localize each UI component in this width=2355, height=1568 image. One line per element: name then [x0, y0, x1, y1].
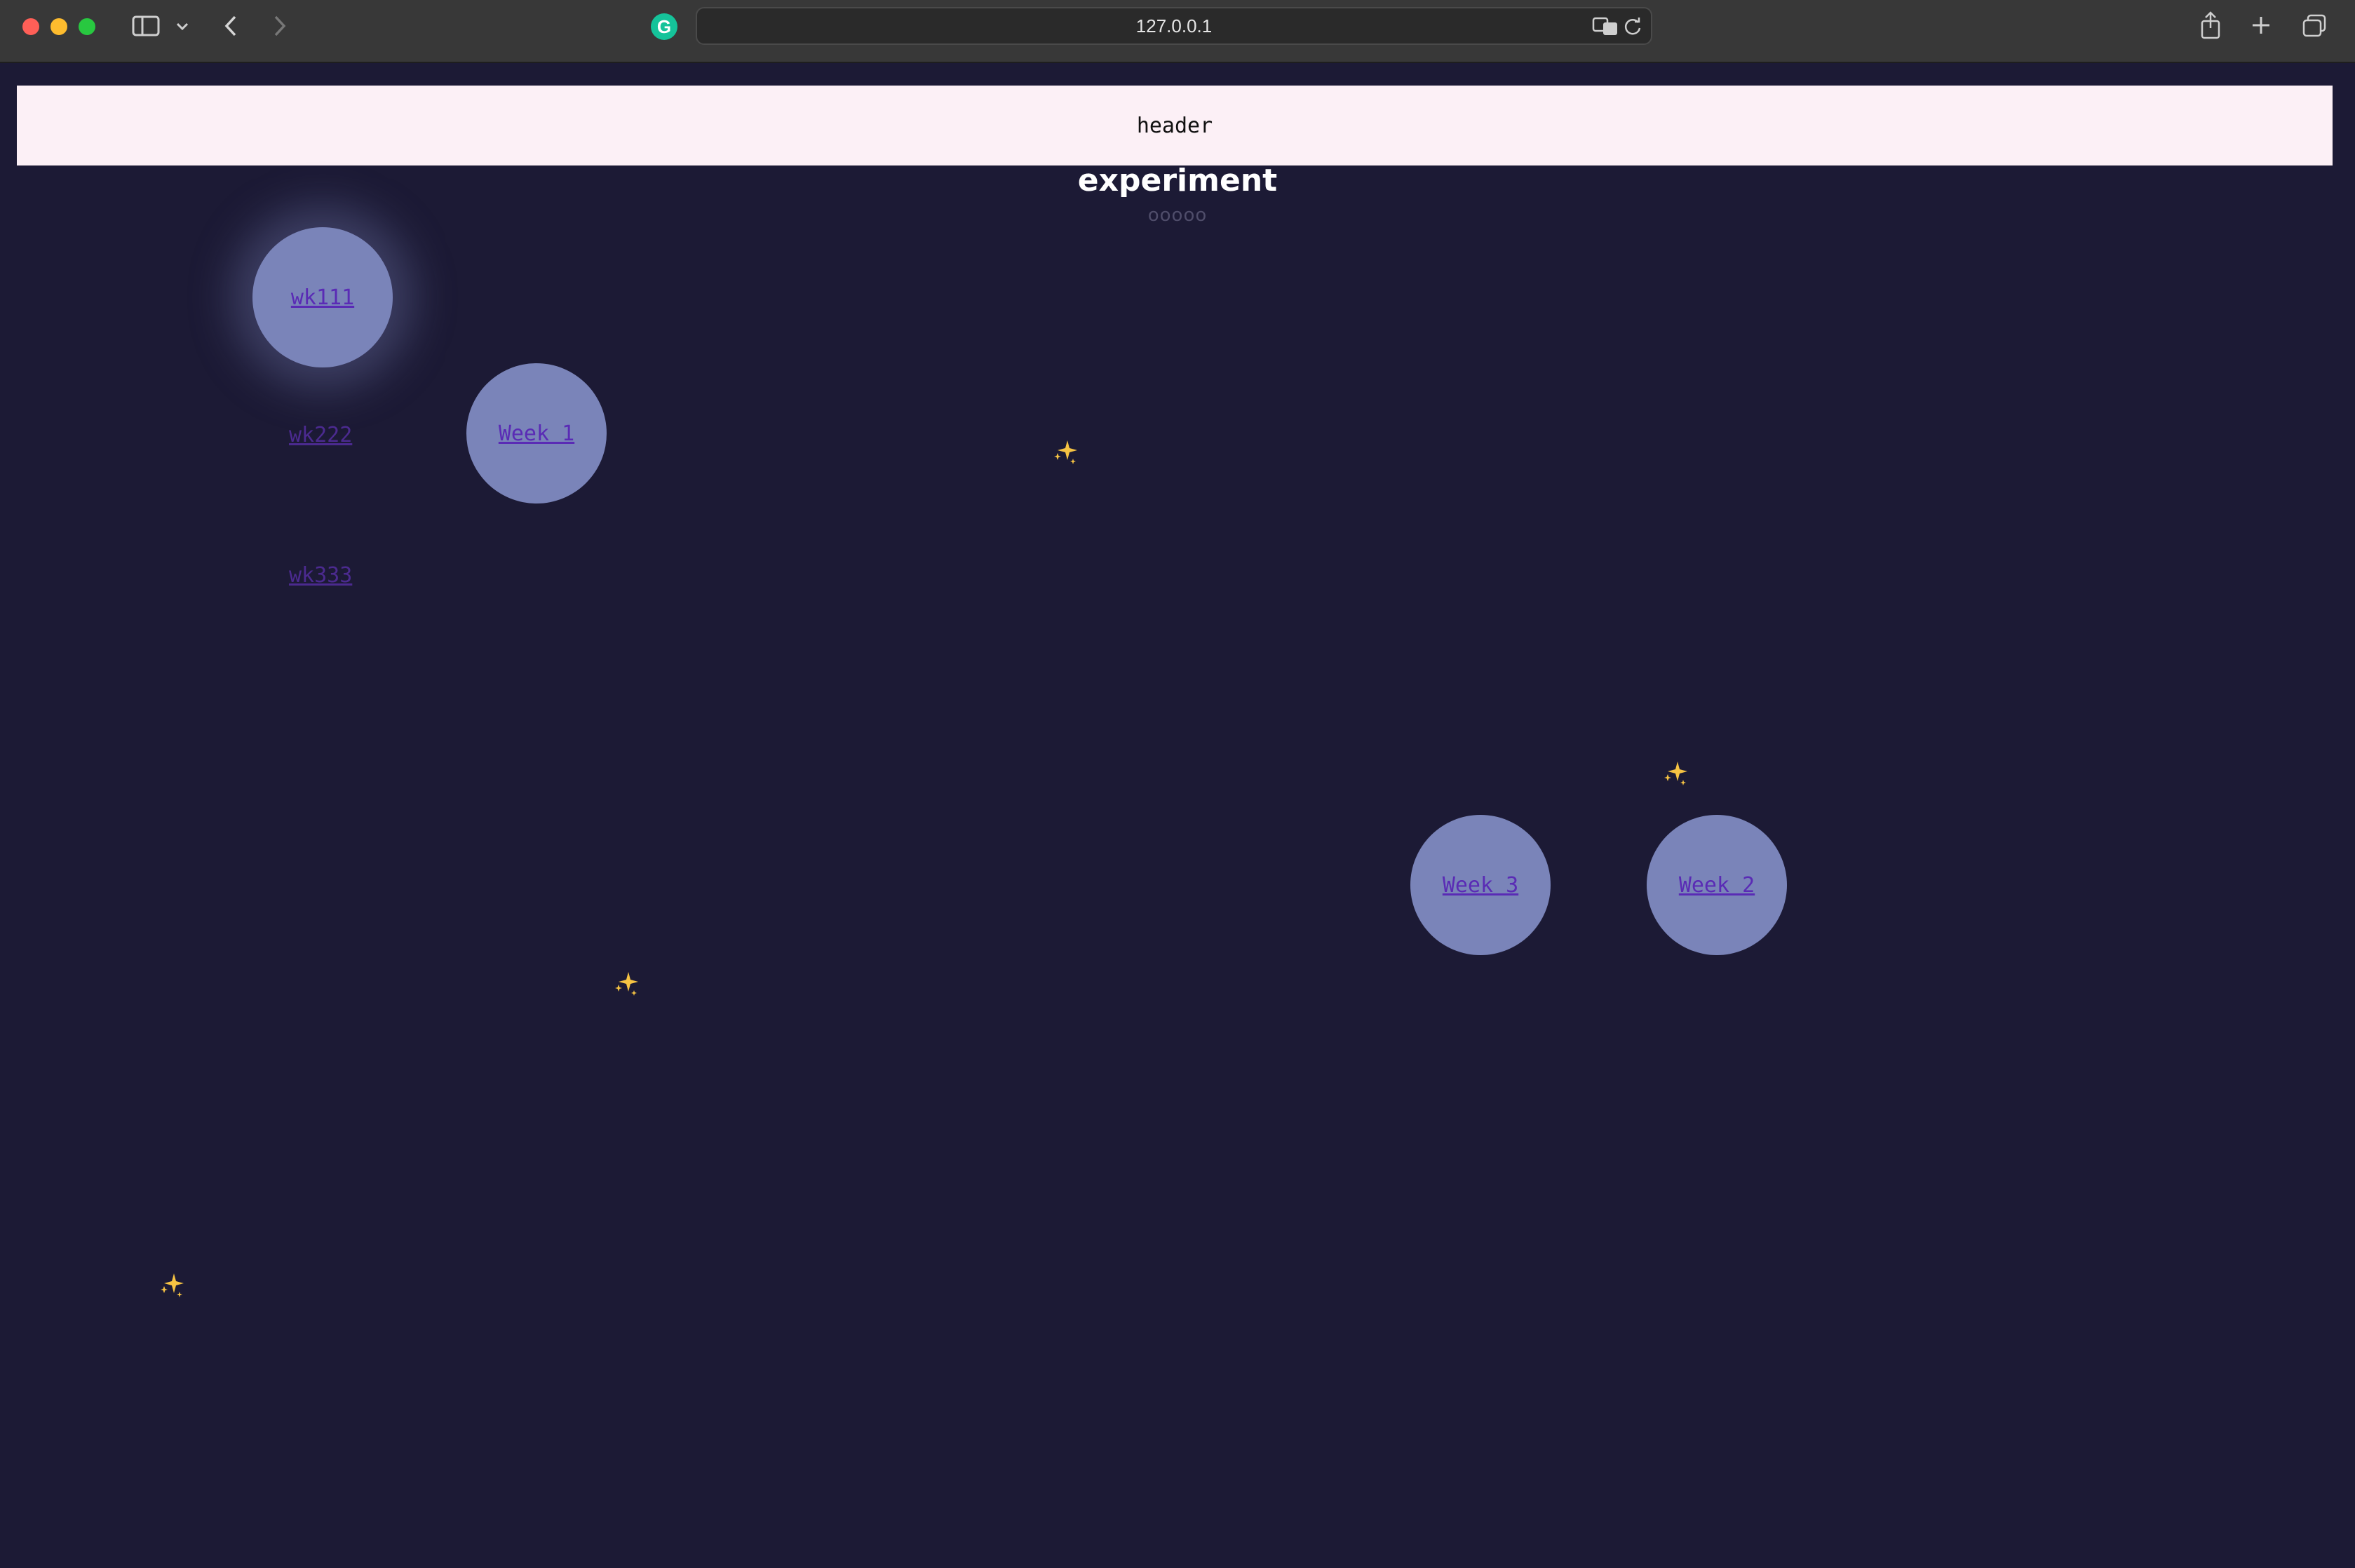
- link-week-1[interactable]: Week 1: [499, 421, 574, 446]
- translate-icon[interactable]: [1592, 14, 1620, 39]
- bubble-week-1: Week 1: [466, 363, 607, 503]
- link-wk222[interactable]: wk222: [289, 423, 352, 447]
- tab-overview-icon[interactable]: [2300, 13, 2328, 39]
- bubble-week-2: Week 2: [1647, 815, 1787, 955]
- page-subtitle: ooooo: [1147, 205, 1208, 226]
- bubble-week-3: Week 3: [1410, 815, 1551, 955]
- share-icon[interactable]: [2198, 10, 2223, 41]
- chevron-down-icon[interactable]: [174, 18, 191, 35]
- sparkles-icon: [1054, 440, 1077, 464]
- link-wk333[interactable]: wk333: [289, 563, 352, 588]
- page-header: header: [17, 86, 2333, 165]
- minimize-window-button[interactable]: [50, 18, 67, 35]
- new-tab-icon[interactable]: [2248, 13, 2274, 38]
- forward-icon[interactable]: [269, 13, 290, 39]
- close-window-button[interactable]: [22, 18, 39, 35]
- sparkles-icon: [161, 1273, 184, 1297]
- link-week-3[interactable]: Week 3: [1443, 873, 1518, 898]
- grammarly-extension-icon[interactable]: G: [651, 13, 677, 40]
- sparkles-icon: [1664, 762, 1687, 785]
- address-bar[interactable]: 127.0.0.1: [696, 7, 1652, 45]
- sidebar-toggle-icon[interactable]: [130, 14, 161, 38]
- link-week-2[interactable]: Week 2: [1679, 873, 1755, 898]
- reload-icon[interactable]: [1621, 15, 1644, 38]
- bubble-wk111: wk111: [252, 227, 393, 367]
- browser-toolbar: G 127.0.0.1: [0, 0, 2355, 63]
- sparkles-icon: [615, 972, 638, 996]
- address-bar-url: 127.0.0.1: [1135, 15, 1213, 36]
- maximize-window-button[interactable]: [79, 18, 95, 35]
- page-title: experiment: [1077, 163, 1278, 198]
- link-wk111[interactable]: wk111: [291, 285, 354, 310]
- back-icon[interactable]: [220, 13, 241, 39]
